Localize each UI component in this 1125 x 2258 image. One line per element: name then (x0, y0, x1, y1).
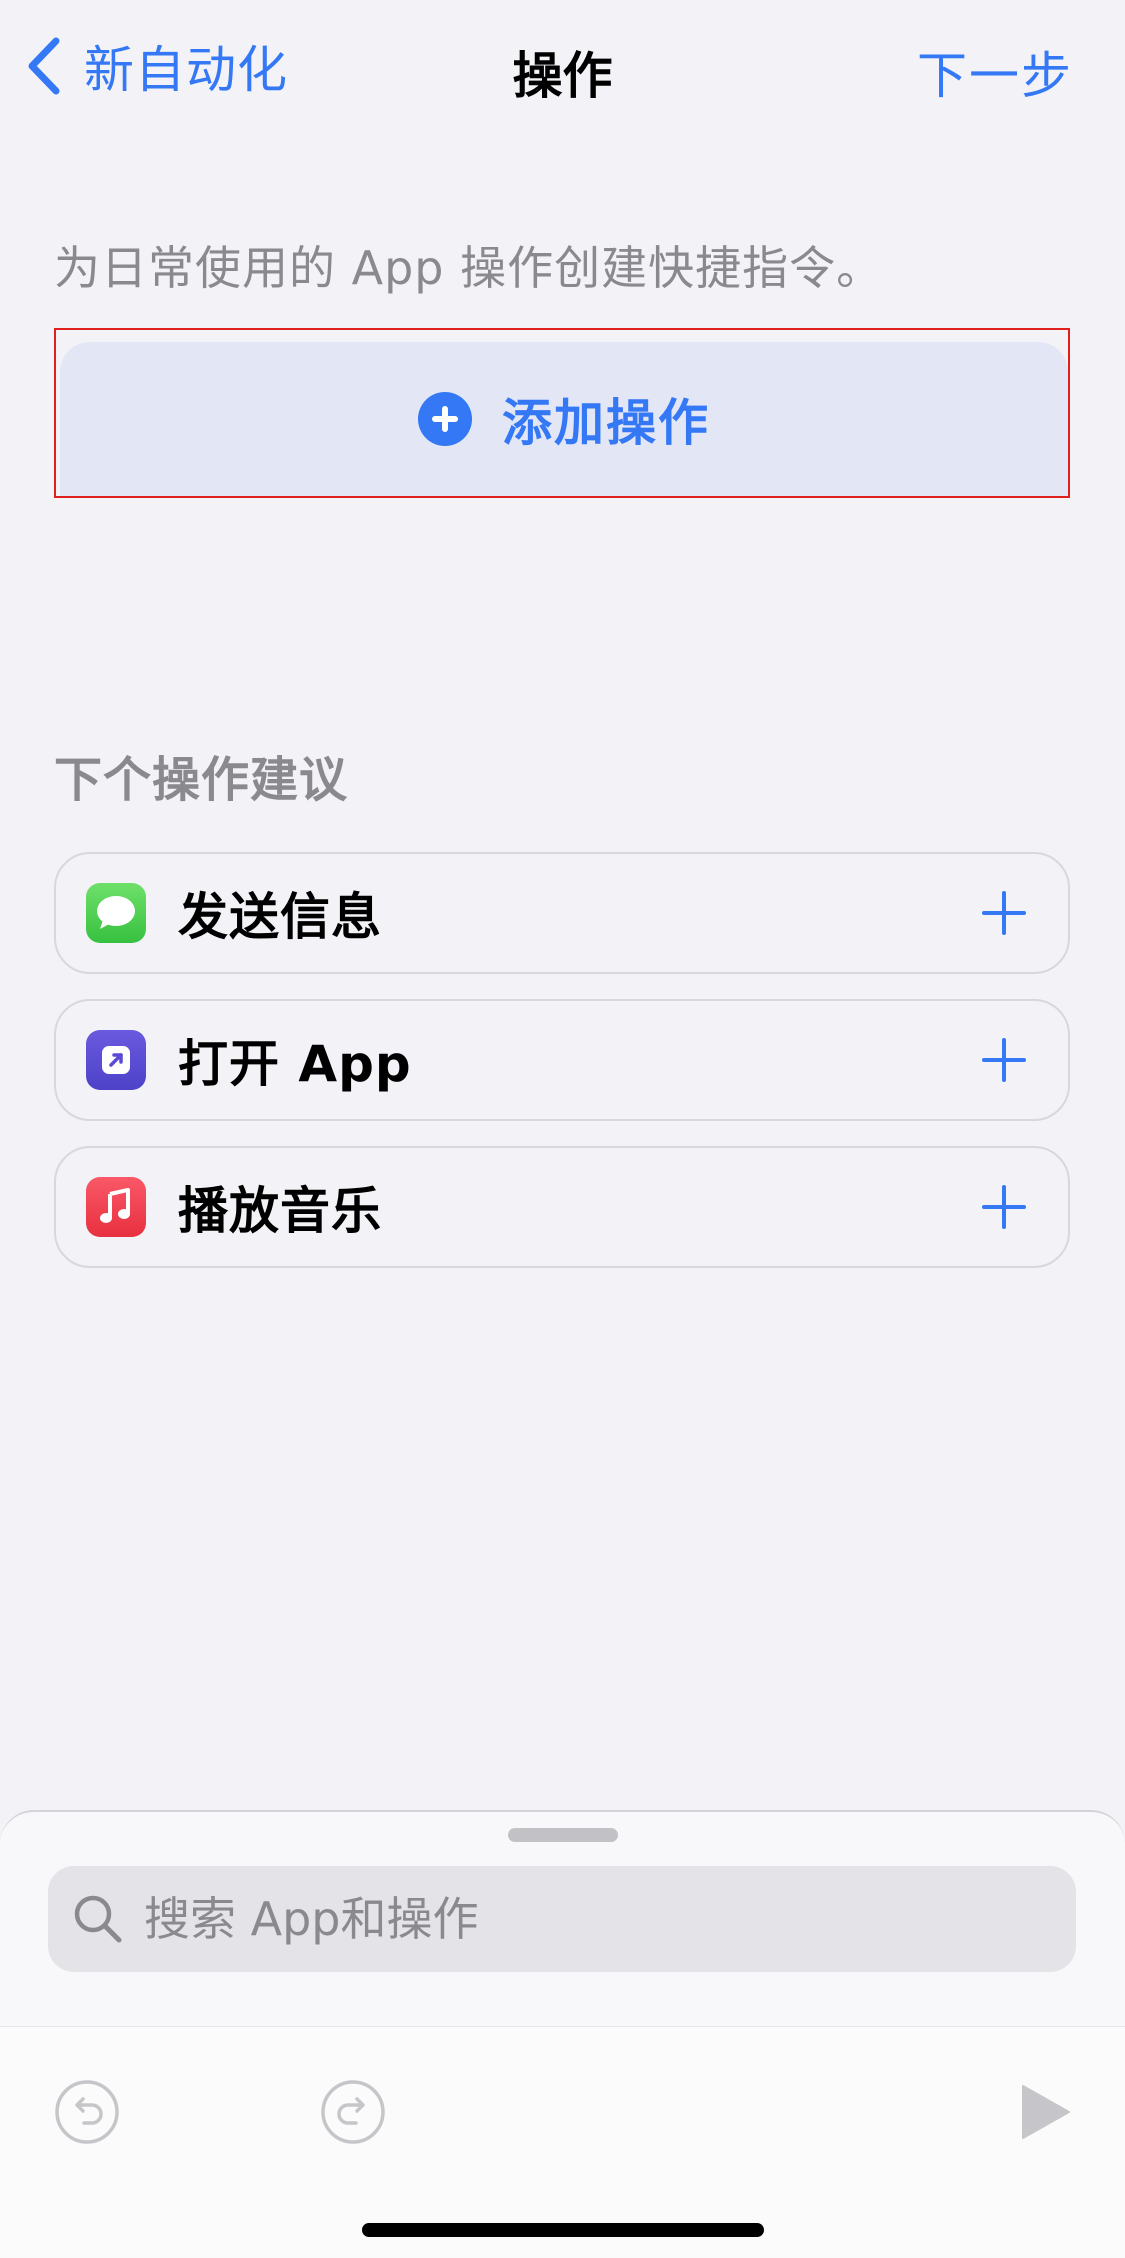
add-suggestion-plus-icon[interactable] (964, 1020, 1044, 1100)
highlight-box (54, 328, 1070, 498)
music-icon (86, 1177, 146, 1237)
suggestion-label: 发送信息 (178, 888, 382, 946)
redo-icon (321, 2080, 385, 2144)
redo-button[interactable] (318, 2077, 388, 2147)
add-suggestion-plus-icon[interactable] (964, 873, 1044, 953)
home-indicator (362, 2223, 764, 2237)
suggestion-play-music[interactable]: 播放音乐 (54, 1146, 1070, 1268)
description-text: 为日常使用的 App 操作创建快捷指令。 (54, 241, 884, 295)
run-button[interactable] (1010, 2077, 1080, 2147)
add-suggestion-plus-icon[interactable] (964, 1167, 1044, 1247)
suggestions-header: 下个操作建议 (54, 752, 349, 808)
screen: 新自动化 操作 下一步 为日常使用的 App 操作创建快捷指令。 添加操作 下个… (0, 0, 1125, 2258)
undo-icon (55, 2080, 119, 2144)
sheet-grabber[interactable] (508, 1828, 618, 1842)
next-button[interactable]: 下一步 (917, 36, 1073, 108)
search-icon (74, 1895, 122, 1943)
suggestion-open-app[interactable]: 打开 App (54, 999, 1070, 1121)
suggestion-label: 播放音乐 (178, 1182, 382, 1240)
bottom-sheet (0, 1810, 1125, 2258)
messages-icon (86, 883, 146, 943)
open-app-icon (86, 1030, 146, 1090)
bottom-toolbar (0, 2026, 1125, 2258)
undo-button[interactable] (52, 2077, 122, 2147)
search-bar[interactable] (48, 1866, 1076, 1972)
search-input[interactable] (142, 1891, 1026, 1947)
suggestion-label: 打开 App (178, 1035, 412, 1093)
play-icon (1022, 2085, 1070, 2139)
suggestion-send-message[interactable]: 发送信息 (54, 852, 1070, 974)
